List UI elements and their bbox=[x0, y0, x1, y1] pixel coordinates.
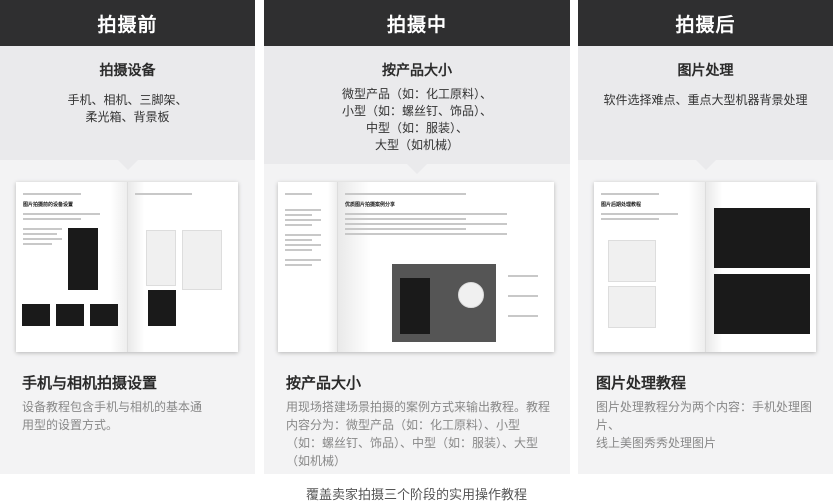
caption-title: 图片处理教程 bbox=[596, 374, 687, 392]
phone-photo bbox=[147, 290, 176, 326]
caption-body: 用现场搭建场景拍摄的案例方式来输出教程。教程 内容分为：微型产品（如：化工原料）… bbox=[286, 400, 551, 468]
info-panel: 拍摄设备 手机、相机、三脚架、 柔光箱、背景板 bbox=[0, 46, 255, 170]
info-body: 手机、相机、三脚架、 柔光箱、背景板 bbox=[67, 93, 188, 124]
book-page-title: 优质图片拍摄案例分享 bbox=[345, 202, 396, 208]
camera-photo bbox=[90, 304, 118, 326]
caption-title: 手机与相机拍摄设置 bbox=[22, 374, 158, 392]
book-page-title: 图片后期处理教程 bbox=[601, 202, 642, 208]
stage-header: 拍摄后 bbox=[578, 0, 833, 46]
info-body: 软件选择难点、重点大型机器背景处理 bbox=[603, 93, 808, 107]
settings-screenshot bbox=[145, 230, 176, 286]
stage-column-before: 拍摄前 拍摄设备 手机、相机、三脚架、 柔光箱、背景板 图片拍摄前的设备设置 手… bbox=[0, 0, 255, 474]
editing-screenshot bbox=[713, 274, 810, 334]
stage-column-after: 拍摄后 图片处理 软件选择难点、重点大型机器背景处理 图片后期处理教程 图片处理… bbox=[578, 0, 833, 474]
info-panel: 按产品大小 微型产品（如：化工原料）、 小型（如：螺丝钉、饰品）、 中型（如：服… bbox=[264, 46, 570, 174]
caption-body: 设备教程包含手机与相机的基本通 用型的设置方式。 bbox=[22, 400, 203, 432]
wrench-photo bbox=[608, 286, 656, 328]
wrench-photo bbox=[608, 240, 656, 282]
stage-column-during: 拍摄中 按产品大小 微型产品（如：化工原料）、 小型（如：螺丝钉、饰品）、 中型… bbox=[264, 0, 570, 474]
info-title: 图片处理 bbox=[677, 63, 734, 79]
editing-screenshot bbox=[713, 208, 810, 268]
book-page-right: 优质图片拍摄案例分享 bbox=[338, 182, 554, 352]
book-page-left: 图片拍摄前的设备设置 bbox=[16, 182, 128, 352]
book-page-left: 图片后期处理教程 bbox=[594, 182, 706, 352]
stage-header: 拍摄前 bbox=[0, 0, 255, 46]
settings-screenshot bbox=[181, 230, 222, 290]
book-page-right bbox=[705, 182, 816, 352]
book-preview-image: 图片后期处理教程 bbox=[594, 182, 816, 352]
info-title: 按产品大小 bbox=[382, 63, 452, 79]
book-page-left bbox=[278, 182, 338, 352]
camera-photo bbox=[22, 304, 50, 326]
info-body: 微型产品（如：化工原料）、 小型（如：螺丝钉、饰品）、 中型（如：服装）、 大型… bbox=[341, 87, 492, 152]
info-title: 拍摄设备 bbox=[99, 63, 156, 79]
book-preview-image: 优质图片拍摄案例分享 bbox=[278, 182, 554, 352]
book-page-title: 图片拍摄前的设备设置 bbox=[23, 202, 74, 208]
photographer-photo bbox=[400, 278, 430, 334]
softbox-light bbox=[458, 282, 484, 308]
caption-title: 按产品大小 bbox=[286, 374, 362, 392]
book-preview-image: 图片拍摄前的设备设置 bbox=[16, 182, 238, 352]
info-panel: 图片处理 软件选择难点、重点大型机器背景处理 bbox=[578, 46, 833, 170]
phone-photo bbox=[68, 228, 98, 290]
stage-header: 拍摄中 bbox=[264, 0, 570, 46]
caption-body: 图片处理教程分为两个内容：手机处理图片、 线上美图秀秀处理图片 bbox=[596, 400, 813, 450]
camera-photo bbox=[56, 304, 84, 326]
footer-caption: 覆盖卖家拍摄三个阶段的实用操作教程 bbox=[305, 488, 527, 502]
book-page-right bbox=[127, 182, 238, 352]
